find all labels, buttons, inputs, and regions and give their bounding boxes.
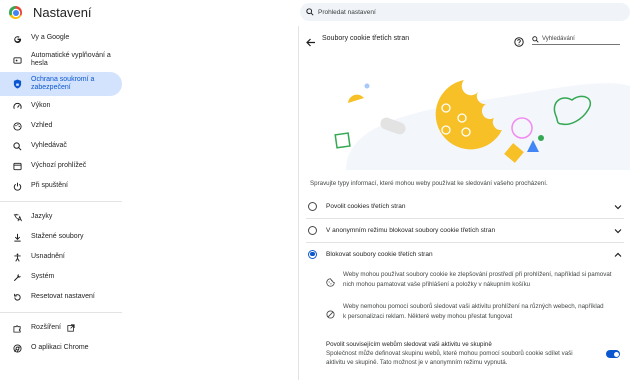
radio-button[interactable] bbox=[308, 201, 317, 211]
option-label: V anonymním režimu blokovat soubory cook… bbox=[326, 226, 496, 234]
sidebar-item-label: Vzhled bbox=[31, 122, 53, 129]
sidebar-item-default-browser[interactable]: Výchozí prohlížeč bbox=[0, 156, 122, 176]
option-block-in-incognito[interactable]: V anonymním režimu blokovat soubory cook… bbox=[306, 219, 624, 241]
option-allow-third-party[interactable]: Povolit cookies třetích stran bbox=[306, 195, 624, 217]
panel-search-input[interactable]: Vyhledávání bbox=[542, 36, 575, 42]
sidebar-item-label: Výkon bbox=[31, 102, 51, 109]
sidebar-item-languages[interactable]: Jazyky bbox=[0, 207, 122, 227]
settings-search-input[interactable]: Prohledat nastavení bbox=[318, 9, 376, 16]
radio-button[interactable] bbox=[308, 225, 317, 235]
page-title: Soubory cookie třetích stran bbox=[322, 35, 410, 42]
panel-description: Spravujte typy informací, které mohou we… bbox=[310, 180, 548, 187]
sidebar-item-label: O aplikaci Chrome bbox=[31, 344, 89, 351]
shield-icon bbox=[12, 79, 22, 89]
help-icon[interactable] bbox=[514, 34, 524, 52]
app-title: Nastavení bbox=[33, 5, 92, 20]
sidebar-item-label: Při spuštění bbox=[31, 182, 68, 189]
translate-icon bbox=[12, 212, 22, 222]
content-divider bbox=[298, 26, 299, 380]
sidebar-item-label: Stažené soubory bbox=[31, 233, 84, 240]
accessibility-icon bbox=[12, 252, 22, 262]
related-sites-toggle[interactable] bbox=[606, 350, 620, 358]
sidebar-item-autofill[interactable]: Automatické vyplňování a hesla bbox=[0, 48, 122, 72]
chevron-down-icon[interactable] bbox=[614, 221, 622, 239]
sidebar-item-search-engine[interactable]: Vyhledávač bbox=[0, 136, 122, 156]
download-icon bbox=[12, 232, 22, 242]
google-g-icon bbox=[12, 33, 22, 43]
sidebar-item-about-chrome[interactable]: O aplikaci Chrome bbox=[0, 338, 122, 358]
settings-search-box[interactable]: Prohledat nastavení bbox=[300, 3, 630, 21]
chrome-icon bbox=[12, 343, 22, 353]
browser-icon bbox=[12, 161, 22, 171]
sidebar-item-downloads[interactable]: Stažené soubory bbox=[0, 227, 122, 247]
sidebar-item-label: Ochrana soukromí a zabezpečení bbox=[31, 76, 95, 91]
sidebar-item-label: Výchozí prohlížeč bbox=[31, 162, 87, 169]
speedometer-icon bbox=[12, 101, 22, 111]
sidebar-item-label: Vy a Google bbox=[31, 34, 70, 41]
sidebar-item-you-and-google[interactable]: Vy a Google bbox=[0, 28, 122, 48]
search-icon bbox=[532, 35, 539, 43]
wrench-icon bbox=[12, 272, 22, 282]
sidebar-divider bbox=[0, 312, 122, 313]
detail-cookies-allowed: Weby mohou používat soubory cookie ke zl… bbox=[326, 270, 618, 292]
sidebar-item-label: Automatické vyplňování a hesla bbox=[31, 52, 111, 67]
sidebar-item-extensions[interactable]: Rozšíření bbox=[0, 318, 122, 338]
option-block-third-party[interactable]: Blokovat soubory cookie třetích stran bbox=[306, 243, 624, 265]
sidebar-item-accessibility[interactable]: Usnadnění bbox=[0, 247, 122, 267]
chrome-logo-icon bbox=[9, 6, 22, 19]
reset-icon bbox=[12, 292, 22, 302]
sidebar-item-appearance[interactable]: Vzhled bbox=[0, 116, 122, 136]
related-sites-setting: Povolit souvisejícím webům sledovat vaši… bbox=[326, 340, 624, 367]
detail-text: Weby nemohou pomocí souborů sledovat vaš… bbox=[343, 303, 604, 320]
radio-button-selected[interactable] bbox=[308, 249, 317, 259]
external-link-icon bbox=[67, 324, 75, 334]
sidebar-item-system[interactable]: Systém bbox=[0, 267, 122, 287]
option-label: Blokovat soubory cookie třetích stran bbox=[326, 250, 433, 258]
sidebar-item-label: Jazyky bbox=[31, 213, 53, 220]
detail-tracking-blocked: Weby nemohou pomocí souborů sledovat vaš… bbox=[326, 302, 618, 324]
palette-icon bbox=[12, 121, 22, 131]
option-label: Povolit cookies třetích stran bbox=[326, 202, 406, 210]
back-arrow-icon[interactable] bbox=[306, 34, 316, 52]
panel-search-field[interactable]: Vyhledávání bbox=[532, 34, 620, 45]
sidebar-item-label: Vyhledávač bbox=[31, 142, 67, 149]
sidebar-divider bbox=[0, 201, 122, 202]
sidebar-item-label: Systém bbox=[31, 273, 55, 280]
sidebar-item-label: Resetovat nastavení bbox=[31, 293, 95, 300]
power-icon bbox=[12, 181, 22, 191]
cookies-illustration bbox=[334, 80, 630, 170]
detail-text: Weby mohou používat soubory cookie ke zl… bbox=[343, 271, 612, 288]
chevron-down-icon[interactable] bbox=[614, 197, 622, 215]
sidebar-item-label: Usnadnění bbox=[31, 253, 65, 260]
sidebar-item-reset-settings[interactable]: Resetovat nastavení bbox=[0, 287, 122, 307]
search-icon bbox=[12, 141, 22, 151]
sidebar-item-performance[interactable]: Výkon bbox=[0, 96, 122, 116]
puzzle-icon bbox=[12, 323, 22, 333]
autofill-icon bbox=[12, 55, 22, 65]
sidebar-item-privacy[interactable]: Ochrana soukromí a zabezpečení bbox=[0, 72, 122, 96]
toggle-title: Povolit souvisejícím webům sledovat vaši… bbox=[326, 341, 492, 348]
top-bar: Nastavení Prohledat nastavení bbox=[0, 0, 630, 26]
sidebar-item-on-startup[interactable]: Při spuštění bbox=[0, 176, 122, 196]
toggle-description: Společnost může definovat skupinu webů, … bbox=[326, 350, 573, 366]
sidebar: Vy a Google Automatické vyplňování a hes… bbox=[0, 28, 122, 358]
chevron-up-icon[interactable] bbox=[614, 245, 622, 263]
panel-header: Soubory cookie třetích stran Vyhledávání bbox=[298, 26, 630, 52]
cookie-icon bbox=[326, 274, 335, 292]
block-icon bbox=[326, 306, 335, 324]
search-icon bbox=[306, 8, 314, 16]
sidebar-item-label: Rozšíření bbox=[31, 324, 61, 331]
